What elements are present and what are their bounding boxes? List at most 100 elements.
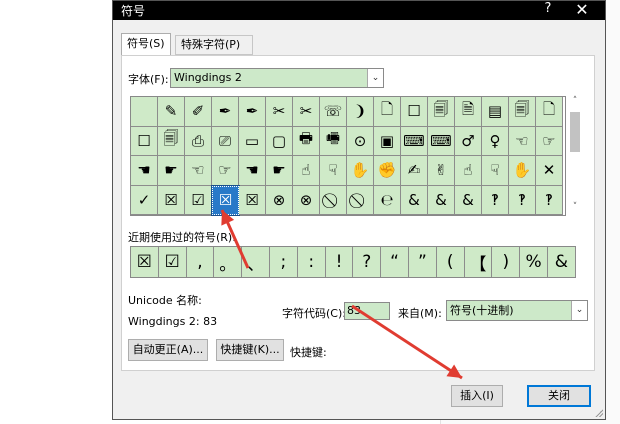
insert-button[interactable]: 插入(I) [451,385,503,407]
chevron-down-icon[interactable]: ⌄ [571,301,587,320]
symbol-cell[interactable]: ⊙ [347,126,374,156]
recent-symbol-cell[interactable]: ( [436,247,465,277]
symbol-cell[interactable]: ☞ [212,156,239,186]
symbol-cell[interactable]: ✕ [536,156,563,186]
grid-scrollbar[interactable]: ˄ ˅ [568,96,582,216]
symbol-cell[interactable]: ▭ [239,126,266,156]
symbol-cell[interactable]: ✋ [347,156,374,186]
symbol-cell[interactable]: ‽ [482,185,509,215]
symbol-cell[interactable]: ☛ [266,156,293,186]
symbol-cell[interactable]: ☒ [158,185,185,215]
symbol-cell[interactable]: ☒ [211,184,240,216]
close-icon[interactable]: ✕ [569,0,595,19]
recent-symbol-cell[interactable]: 【 [464,247,493,277]
symbol-cell[interactable]: ✒ [212,97,239,127]
symbol-cell[interactable]: ☝ [455,156,482,186]
close-button[interactable]: 关闭 [527,385,591,407]
from-dropdown[interactable]: 符号(十进制) ⌄ [446,300,588,321]
symbol-cell[interactable]: ✋ [509,156,536,186]
symbol-cell[interactable]: ♂ [455,126,482,156]
recent-symbol-cell[interactable]: ☒ [131,247,159,277]
symbol-cell[interactable]: ☒ [239,185,266,215]
recent-symbol-cell[interactable]: : [297,247,326,277]
symbol-cell[interactable]: 🗎 [455,97,482,127]
scroll-thumb[interactable] [570,112,580,152]
symbol-cell[interactable]: ▢ [266,126,293,156]
symbol-cell[interactable]: & [455,185,482,215]
symbol-cell[interactable]: ⌨ [401,126,428,156]
symbol-cell[interactable]: ✓ [131,185,158,215]
recent-symbol-cell[interactable]: “ [381,247,409,277]
symbol-cell[interactable]: ✊ [374,156,401,186]
recent-symbol-cell[interactable]: & [547,247,576,277]
symbol-cell[interactable]: ℮ [374,185,401,215]
symbol-cell[interactable]: ✂ [293,97,320,127]
symbol-cell[interactable]: ⃠ [347,185,374,215]
recent-symbol-cell[interactable]: ! [325,247,354,277]
symbol-cell[interactable]: ☑ [185,185,212,215]
char-code-input[interactable]: 83 [344,302,390,320]
recent-symbol-cell[interactable]: ; [269,247,298,277]
symbol-cell[interactable]: 🗐 [509,97,536,127]
symbol-cell[interactable] [131,97,158,127]
symbol-cell[interactable]: ☚ [239,156,266,186]
shortcut-key-button[interactable]: 快捷键(K)... [216,339,284,361]
recent-symbol-cell[interactable]: ☑ [158,247,187,277]
symbol-cell[interactable]: ⃠ [320,185,347,215]
symbol-cell[interactable]: 🖷 [320,126,347,156]
font-dropdown[interactable]: Wingdings 2 ⌄ [170,68,384,88]
symbol-cell[interactable]: ☛ [158,156,185,186]
symbol-cell[interactable]: ✒ [239,97,266,127]
symbol-cell[interactable]: ✎ [158,97,185,127]
symbol-cell[interactable]: ☜ [509,126,536,156]
symbol-cell[interactable]: ❩ [347,97,374,127]
recent-symbol-cell[interactable]: 。 [214,247,243,277]
symbol-cell[interactable]: ✐ [185,97,212,127]
recent-symbol-cell[interactable]: ” [408,247,437,277]
symbol-cell[interactable]: ☐ [401,97,428,127]
tab-special-characters[interactable]: 特殊字符(P) [175,35,253,55]
symbols-panel: 字体(F): Wingdings 2 ⌄ ✎ ✐ ✒ ✒ ✂ ✂ ☏ ❩ 🗋 ☐ 🗐 🗎 ▤ 🗐 🗋 ☐ 🗐 ⎙ ⎚… [121,55,595,371]
symbol-cell[interactable]: ✌ [428,156,455,186]
symbol-cell[interactable]: ☐ [131,126,158,156]
title-bar: 符号 ? ✕ [113,0,605,20]
symbol-cell[interactable]: & [401,185,428,215]
symbol-cell[interactable]: ♀ [482,126,509,156]
symbol-cell[interactable]: 🗐 [428,97,455,127]
symbol-cell[interactable]: ▤ [482,97,509,127]
recent-symbol-cell[interactable]: , [186,247,215,277]
scroll-down-icon[interactable]: ˅ [568,202,582,216]
symbol-cell[interactable]: ▣ [374,126,401,156]
autocorrect-button[interactable]: 自动更正(A)... [128,339,208,361]
symbol-cell[interactable]: ⎚ [212,126,239,156]
symbol-cell[interactable]: & [428,185,455,215]
symbol-cell[interactable]: ⊗ [293,185,320,215]
symbol-cell[interactable]: 🗋 [374,97,401,127]
symbol-cell[interactable]: ☞ [536,126,563,156]
resize-grip[interactable] [593,407,603,417]
help-button[interactable]: ? [537,1,559,16]
symbol-cell[interactable]: ⎙ [185,126,212,156]
tab-symbols[interactable]: 符号(S) [121,33,171,55]
recent-symbol-cell[interactable]: ? [353,247,382,277]
symbol-cell[interactable]: ⌨ [428,126,455,156]
recent-symbol-cell[interactable]: % [520,247,548,277]
scroll-up-icon[interactable]: ˄ [568,96,582,110]
symbol-cell[interactable]: ⊗ [266,185,293,215]
symbol-cell[interactable]: 🗋 [536,97,563,127]
recent-symbol-cell[interactable]: 、 [242,247,270,277]
chevron-down-icon[interactable]: ⌄ [367,69,383,87]
symbol-cell[interactable]: ☏ [320,97,347,127]
symbol-cell[interactable]: ‽ [509,185,536,215]
symbol-cell[interactable]: ☟ [482,156,509,186]
symbol-cell[interactable]: ✂ [266,97,293,127]
symbol-cell[interactable]: ☟ [320,156,347,186]
symbol-cell[interactable]: ☝ [293,156,320,186]
recent-symbol-cell[interactable]: ) [492,247,521,277]
symbol-cell[interactable]: 🖶 [293,126,320,156]
symbol-cell[interactable]: ☚ [131,156,158,186]
symbol-cell[interactable]: 🗐 [158,126,185,156]
symbol-cell[interactable]: ✍ [401,156,428,186]
symbol-cell[interactable]: ‽ [536,185,563,215]
symbol-cell[interactable]: ☜ [185,156,212,186]
